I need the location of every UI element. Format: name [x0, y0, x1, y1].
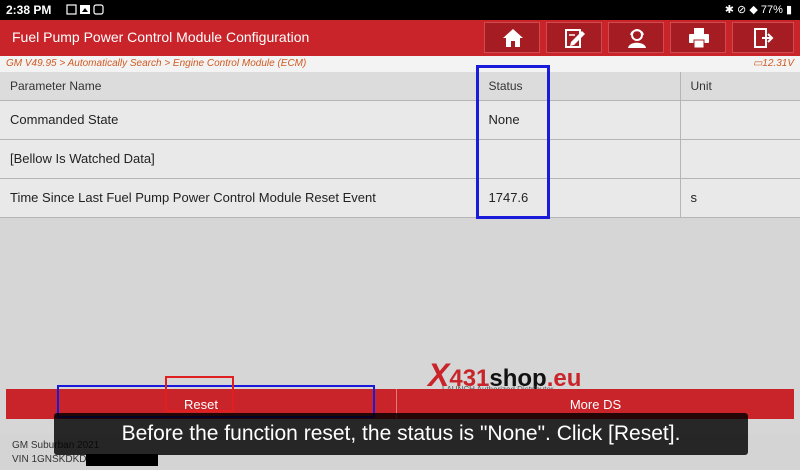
breadcrumb: GM V49.95 > Automatically Search > Engin…: [0, 56, 800, 72]
mute-icon: ⊘: [737, 4, 747, 16]
voltage-value: 12.31V: [762, 58, 794, 69]
car-battery-icon: ▭: [752, 58, 763, 69]
home-icon: [503, 29, 523, 47]
breadcrumb-path: GM V49.95 > Automatically Search > Engin…: [6, 58, 307, 69]
video-caption: Before the function reset, the status is…: [54, 413, 748, 455]
column-parameter-name: Parameter Name: [0, 72, 479, 101]
battery-icon: ▮: [785, 4, 792, 16]
support-button[interactable]: [608, 22, 664, 53]
battery-voltage: ▭12.31V: [753, 58, 794, 69]
edit-report-icon: [565, 29, 585, 48]
status-column-highlight: [476, 65, 550, 219]
table-header: Parameter Name Status Unit: [0, 72, 800, 101]
table-row[interactable]: Commanded State None: [0, 100, 800, 140]
reset-highlight-red: [165, 376, 234, 412]
exit-button[interactable]: [732, 22, 794, 53]
user-support-icon: [628, 29, 646, 48]
print-icon: [689, 28, 709, 49]
column-unit: Unit: [680, 72, 800, 101]
row-name: [Bellow Is Watched Data]: [0, 139, 479, 179]
table-row[interactable]: Time Since Last Fuel Pump Power Control …: [0, 178, 800, 218]
battery-percent: 77%: [760, 4, 783, 16]
wifi-icon: ◆: [749, 4, 758, 16]
vin-redaction: [86, 454, 158, 466]
status-right: ✱ ⊘ ◆ 77% ▮: [725, 3, 792, 16]
row-name: Time Since Last Fuel Pump Power Control …: [0, 178, 479, 218]
exit-icon: [754, 28, 774, 48]
table-row[interactable]: [Bellow Is Watched Data]: [0, 139, 800, 179]
title-bar: Fuel Pump Power Control Module Configura…: [0, 20, 800, 56]
row-unit: [680, 100, 800, 140]
data-stream-table: Parameter Name Status Unit Commanded Sta…: [0, 72, 800, 218]
row-unit: s: [680, 178, 800, 218]
notification-icons: [66, 4, 104, 15]
print-button[interactable]: [670, 22, 726, 53]
page-title: Fuel Pump Power Control Module Configura…: [12, 29, 310, 45]
clock: 2:38 PM: [6, 3, 52, 17]
row-unit: [680, 139, 800, 179]
system-status-bar: 2:38 PM ✱ ⊘ ◆ 77% ▮: [0, 0, 800, 20]
home-button[interactable]: [484, 22, 540, 53]
report-button[interactable]: [546, 22, 602, 53]
row-name: Commanded State: [0, 100, 479, 140]
bluetooth-icon: ✱: [724, 4, 734, 16]
